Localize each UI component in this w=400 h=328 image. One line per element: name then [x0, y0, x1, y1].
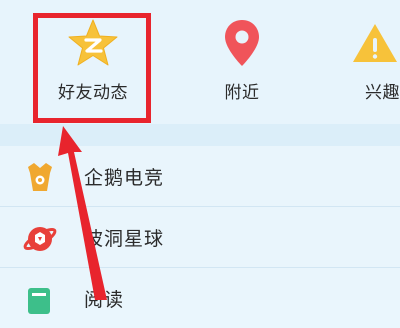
interest-button[interactable]: 兴趣 [345, 0, 400, 124]
nearby-label: 附近 [224, 83, 260, 103]
highlight-box [33, 13, 151, 123]
interest-icon [345, 18, 400, 68]
penguin-esports-icon [22, 159, 58, 195]
list-item-reading[interactable]: 阅读 [0, 268, 400, 328]
feature-list: 企鹅电竞 波洞星球 阅读 [0, 146, 400, 314]
location-pin-icon [186, 18, 298, 68]
bodong-planet-label: 波洞星球 [84, 228, 165, 250]
list-item-penguin-esports[interactable]: 企鹅电竞 [0, 146, 400, 207]
list-item-bodong-planet[interactable]: 波洞星球 [0, 207, 400, 268]
nearby-button[interactable]: 附近 [186, 0, 298, 124]
penguin-esports-label: 企鹅电竞 [84, 167, 165, 189]
reading-label: 阅读 [84, 289, 125, 311]
bodong-planet-icon [22, 220, 58, 256]
section-divider [0, 124, 400, 146]
reading-icon [22, 281, 58, 317]
interest-label: 兴趣 [365, 83, 400, 103]
